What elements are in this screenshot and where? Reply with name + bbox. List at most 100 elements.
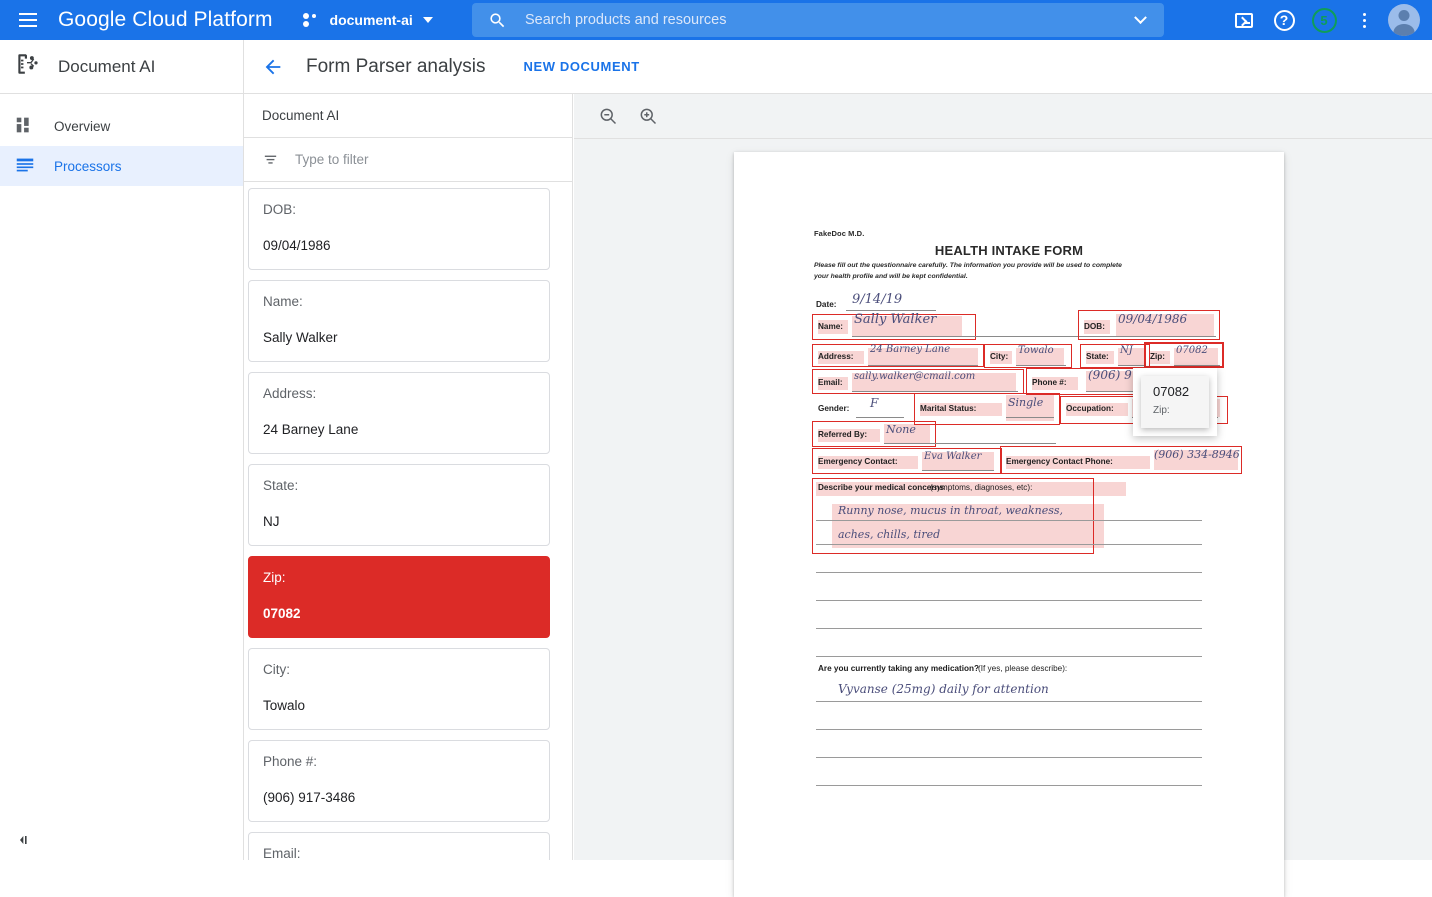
field-value: NJ bbox=[263, 513, 535, 531]
field-card-name[interactable]: Name: Sally Walker bbox=[248, 280, 550, 362]
kebab-menu-icon[interactable] bbox=[1344, 0, 1384, 40]
sidebar-item-overview[interactable]: Overview bbox=[0, 106, 243, 146]
doc-label-phone: Phone #: bbox=[1032, 378, 1067, 387]
field-key: Address: bbox=[263, 385, 535, 403]
back-arrow-icon[interactable] bbox=[262, 56, 284, 78]
field-value: 09/04/1986 bbox=[263, 237, 535, 255]
doc-rule bbox=[1118, 365, 1146, 366]
doc-value-gender: F bbox=[870, 396, 878, 410]
hamburger-menu-icon[interactable] bbox=[6, 0, 50, 40]
doc-label-occupation: Occupation: bbox=[1066, 404, 1114, 413]
doc-rule bbox=[922, 470, 994, 471]
field-key: Phone #: bbox=[263, 753, 535, 771]
chevron-down-icon bbox=[423, 17, 433, 23]
doc-rule bbox=[856, 417, 904, 418]
doc-rule bbox=[1116, 336, 1216, 337]
notifications-badge[interactable]: 5 bbox=[1304, 0, 1344, 40]
notifications-count: 5 bbox=[1312, 8, 1337, 33]
doc-value-emergency-phone: (906) 334-8946 bbox=[1154, 448, 1240, 461]
field-card-zip[interactable]: Zip: 07082 bbox=[248, 556, 550, 638]
doc-rule bbox=[1174, 365, 1220, 366]
avatar[interactable] bbox=[1388, 4, 1420, 36]
sidebar-item-processors[interactable]: Processors bbox=[0, 146, 243, 186]
filter-input[interactable] bbox=[293, 151, 523, 168]
doc-instructions-line1: Please fill out the questionnaire carefu… bbox=[814, 262, 1122, 269]
top-bar-actions: ? 5 bbox=[1224, 0, 1426, 40]
doc-label-zip: Zip: bbox=[1150, 352, 1165, 361]
doc-value-name: Sally Walker bbox=[854, 312, 936, 327]
doc-rule bbox=[868, 365, 978, 366]
doc-label-date: Date: bbox=[816, 300, 836, 309]
doc-value-emergency-contact: Eva Walker bbox=[924, 451, 981, 462]
doc-value-state: NJ bbox=[1120, 345, 1133, 356]
processors-list-icon bbox=[14, 154, 36, 179]
sidebar-product-title: Document AI bbox=[58, 57, 155, 77]
product-sidebar: Document AI Overview Processors bbox=[0, 40, 244, 860]
document-page[interactable]: FakeDoc M.D. HEALTH INTAKE FORM Please f… bbox=[734, 152, 1284, 897]
field-card-dob[interactable]: DOB: 09/04/1986 bbox=[248, 188, 550, 270]
doc-value-dob: 09/04/1986 bbox=[1118, 312, 1187, 326]
doc-label-medication: Are you currently taking any medication? bbox=[818, 664, 979, 673]
doc-value-zip: 07082 bbox=[1176, 345, 1208, 356]
field-value: 07082 bbox=[263, 605, 535, 623]
doc-label-dob: DOB: bbox=[1084, 322, 1105, 331]
document-viewer: FakeDoc M.D. HEALTH INTAKE FORM Please f… bbox=[574, 94, 1432, 860]
field-key: DOB: bbox=[263, 201, 535, 219]
field-card-city[interactable]: City: Towalo bbox=[248, 648, 550, 730]
search-input[interactable]: Search products and resources bbox=[525, 12, 1116, 28]
project-selector[interactable]: document-ai bbox=[297, 4, 439, 36]
field-card-phone[interactable]: Phone #: (906) 917-3486 bbox=[248, 740, 550, 822]
doc-label-emergency-phone: Emergency Contact Phone: bbox=[1006, 457, 1113, 466]
doc-label-referred: Referred By: bbox=[818, 430, 867, 439]
doc-label-marital: Marital Status: bbox=[920, 404, 976, 413]
doc-label-email: Email: bbox=[818, 378, 843, 387]
doc-rule bbox=[846, 310, 936, 311]
doc-value-medication: Vyvanse (25mg) daily for attention bbox=[838, 682, 1049, 696]
global-search-bar[interactable]: Search products and resources bbox=[472, 3, 1164, 37]
field-key: State: bbox=[263, 477, 535, 495]
search-dropdown-button[interactable] bbox=[1116, 3, 1164, 37]
page-header: Form Parser analysis NEW DOCUMENT bbox=[244, 40, 1432, 94]
project-name: document-ai bbox=[330, 12, 413, 28]
tooltip-value: 07082 bbox=[1153, 384, 1199, 400]
entity-tooltip: 07082 Zip: bbox=[1141, 376, 1209, 428]
overview-dashboard-icon bbox=[14, 114, 36, 139]
help-icon[interactable]: ? bbox=[1264, 0, 1304, 40]
doc-clinic-name: FakeDoc M.D. bbox=[814, 229, 864, 238]
list-panel-title: Document AI bbox=[244, 94, 572, 138]
field-value: 24 Barney Lane bbox=[263, 421, 535, 439]
doc-value-address: 24 Barney Lane bbox=[870, 344, 950, 355]
viewer-toolbar bbox=[574, 94, 1432, 139]
doc-value-concerns-1: Runny nose, mucus in throat, weakness, bbox=[838, 504, 1063, 517]
doc-label-gender: Gender: bbox=[818, 404, 849, 413]
field-value: (906) 917-3486 bbox=[263, 789, 535, 807]
zoom-in-icon[interactable] bbox=[628, 96, 668, 136]
doc-value-phone: (906) 9 bbox=[1088, 368, 1132, 382]
search-icon bbox=[488, 11, 507, 30]
sidebar-item-label: Overview bbox=[54, 119, 110, 134]
doc-rule bbox=[884, 443, 1056, 444]
cloud-shell-icon[interactable] bbox=[1224, 0, 1264, 40]
new-document-button[interactable]: NEW DOCUMENT bbox=[524, 59, 640, 74]
field-card-address[interactable]: Address: 24 Barney Lane bbox=[248, 372, 550, 454]
field-card-state[interactable]: State: NJ bbox=[248, 464, 550, 546]
field-card-email[interactable]: Email: sally.walker@cmail.com bbox=[248, 832, 550, 860]
project-icon bbox=[303, 13, 321, 27]
doc-label-city: City: bbox=[990, 352, 1008, 361]
field-key: City: bbox=[263, 661, 535, 679]
doc-label-state: State: bbox=[1086, 352, 1109, 361]
doc-label-name: Name: bbox=[818, 322, 843, 331]
collapse-panel-icon[interactable] bbox=[10, 826, 38, 854]
zoom-out-icon[interactable] bbox=[588, 96, 628, 136]
doc-value-referred: None bbox=[886, 423, 916, 436]
doc-label-concerns: Describe your medical concerns bbox=[818, 483, 944, 492]
filter-row[interactable] bbox=[244, 138, 572, 182]
entities-list-panel: Document AI DOB: 09/04/1986 Name: Sally … bbox=[244, 94, 573, 860]
tooltip-key: Zip: bbox=[1153, 405, 1199, 417]
top-app-bar: Google Cloud Platform document-ai Search… bbox=[0, 0, 1432, 40]
document-ai-icon bbox=[14, 51, 40, 82]
field-cards-scroll-area[interactable]: DOB: 09/04/1986 Name: Sally Walker Addre… bbox=[244, 182, 573, 860]
field-key: Name: bbox=[263, 293, 535, 311]
doc-rule bbox=[852, 391, 1018, 392]
field-value: Sally Walker bbox=[263, 329, 535, 347]
